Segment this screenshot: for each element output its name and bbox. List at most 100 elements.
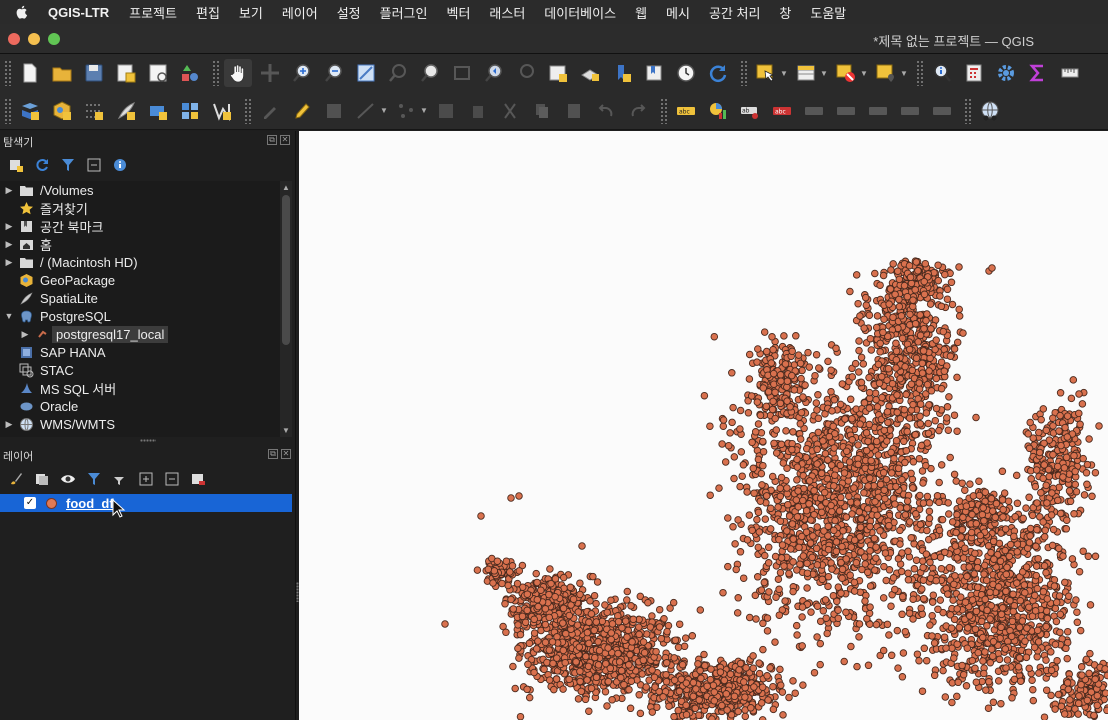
expand-all-button[interactable] xyxy=(136,469,156,489)
deselect-dropdown-arrow[interactable]: ▼ xyxy=(860,69,868,78)
redo-button[interactable] xyxy=(624,97,652,125)
close-panel-button[interactable]: ✕ xyxy=(281,449,291,459)
pin-labels-button[interactable]: ab xyxy=(736,97,764,125)
tree-item-macintosh-hd[interactable]: ▶ / (Macintosh HD) xyxy=(0,253,280,271)
menu-database[interactable]: 데이터베이스 xyxy=(544,3,616,22)
tree-item-volumes[interactable]: ▶/Volumes xyxy=(0,181,280,199)
delete-selected-button[interactable] xyxy=(464,97,492,125)
tree-item-oracle[interactable]: Oracle xyxy=(0,397,280,415)
move-label-button[interactable] xyxy=(800,97,828,125)
scroll-down-arrow-icon[interactable]: ▼ xyxy=(282,426,290,435)
close-window-button[interactable] xyxy=(8,33,20,45)
digitize-line-button[interactable] xyxy=(352,97,380,125)
menu-plugins[interactable]: 플러그인 xyxy=(380,3,428,22)
deselect-features-button[interactable] xyxy=(832,59,860,87)
tree-item-sap-hana[interactable]: SAP HANA xyxy=(0,343,280,361)
zoom-last-button[interactable] xyxy=(480,59,508,87)
diagram-options-button[interactable] xyxy=(704,97,732,125)
expand-arrow-icon[interactable]: ▶ xyxy=(16,329,34,340)
toolbar-grip[interactable] xyxy=(740,60,748,86)
zoom-native-button[interactable] xyxy=(448,59,476,87)
browser-tree[interactable]: ▶/Volumes 즐겨찾기 ▶ 공간 북마크 ▶ 홈 ▶ / (Macintosh … xyxy=(0,181,280,437)
toolbar-grip[interactable] xyxy=(4,97,12,124)
add-vector-tile-layer-button[interactable] xyxy=(208,97,236,125)
zoom-window-button[interactable] xyxy=(48,33,60,45)
menu-processing[interactable]: 공간 처리 xyxy=(709,3,760,22)
refresh-browser-button[interactable] xyxy=(32,155,52,175)
zoom-to-selection-button[interactable] xyxy=(384,59,412,87)
remove-layer-button[interactable] xyxy=(188,469,208,489)
apple-logo-icon[interactable] xyxy=(14,4,30,20)
filter-browser-button[interactable] xyxy=(58,155,78,175)
expand-arrow-icon[interactable]: ▶ xyxy=(0,185,18,196)
toolbar-grip[interactable] xyxy=(244,97,252,124)
location-dropdown-arrow[interactable]: ▼ xyxy=(900,69,908,78)
map-canvas[interactable] xyxy=(299,131,1108,720)
menu-settings[interactable]: 설정 xyxy=(337,3,361,22)
new-temporary-scratch-layer-button[interactable] xyxy=(80,97,108,125)
highlight-pinned-labels-button[interactable]: abc xyxy=(768,97,796,125)
vertex-dropdown-arrow[interactable]: ▼ xyxy=(420,106,428,115)
zoom-full-button[interactable] xyxy=(352,59,380,87)
tree-item-spatial-bookmarks[interactable]: ▶ 공간 북마크 xyxy=(0,217,280,235)
open-project-button[interactable] xyxy=(48,59,76,87)
temporal-controller-button[interactable] xyxy=(672,59,700,87)
plugin-globe-button[interactable] xyxy=(976,97,1004,125)
float-panel-button[interactable]: ⧉ xyxy=(268,449,278,459)
add-wms-layer-button[interactable] xyxy=(176,97,204,125)
attribute-dropdown-arrow[interactable]: ▼ xyxy=(820,69,828,78)
open-layer-styling-button[interactable] xyxy=(6,469,26,489)
collapse-all-layers-button[interactable] xyxy=(162,469,182,489)
change-label-button[interactable] xyxy=(864,97,892,125)
zoom-out-button[interactable] xyxy=(320,59,348,87)
new-3d-view-button[interactable] xyxy=(576,59,604,87)
toolbar-grip[interactable] xyxy=(4,60,12,86)
save-project-button[interactable] xyxy=(80,59,108,87)
tree-item-mssql[interactable]: MS SQL 서버 xyxy=(0,379,280,397)
tree-item-wms-wmts[interactable]: ▶ WMS/WMTS xyxy=(0,415,280,433)
menu-layer[interactable]: 레이어 xyxy=(282,3,318,22)
tree-item-favorites[interactable]: 즐겨찾기 xyxy=(0,199,280,217)
panel-splitter[interactable] xyxy=(0,437,296,445)
vertex-tool-button[interactable] xyxy=(392,97,420,125)
menu-help[interactable]: 도움말 xyxy=(810,3,846,22)
open-attribute-table-button[interactable] xyxy=(792,59,820,87)
paste-features-button[interactable] xyxy=(560,97,588,125)
menu-window[interactable]: 창 xyxy=(779,3,791,22)
menu-mesh[interactable]: 메시 xyxy=(666,3,690,22)
close-panel-button[interactable]: ✕ xyxy=(280,135,290,145)
menu-vector[interactable]: 벡터 xyxy=(446,3,470,22)
manage-visibility-button[interactable] xyxy=(58,469,78,489)
select-dropdown-arrow[interactable]: ▼ xyxy=(780,69,788,78)
scroll-up-arrow-icon[interactable]: ▲ xyxy=(282,183,290,192)
layer-visibility-checkbox[interactable]: ✓ xyxy=(24,497,36,509)
identify-features-button[interactable] xyxy=(928,59,956,87)
pan-map-button[interactable] xyxy=(224,59,252,87)
toolbar-grip[interactable] xyxy=(212,60,220,86)
expand-arrow-icon[interactable]: ▶ xyxy=(0,257,18,268)
rotate-label-button[interactable] xyxy=(832,97,860,125)
field-calculator-button[interactable] xyxy=(960,59,988,87)
tree-item-stac[interactable]: STAC xyxy=(0,361,280,379)
add-selected-layers-button[interactable] xyxy=(6,155,26,175)
tree-item-home[interactable]: ▶ 홈 xyxy=(0,235,280,253)
filter-legend-button[interactable] xyxy=(84,469,104,489)
menu-view[interactable]: 보기 xyxy=(239,3,263,22)
tree-item-postgresql[interactable]: ▼ PostgreSQL xyxy=(0,307,280,325)
toolbar-grip[interactable] xyxy=(916,60,924,86)
filter-by-expression-button[interactable] xyxy=(110,469,130,489)
menu-project[interactable]: 프로젝트 xyxy=(129,3,177,22)
new-spatialite-layer-button[interactable] xyxy=(112,97,140,125)
collapse-all-button[interactable] xyxy=(84,155,104,175)
collapse-arrow-icon[interactable]: ▼ xyxy=(0,311,18,321)
add-group-button[interactable] xyxy=(32,469,52,489)
cut-features-button[interactable] xyxy=(496,97,524,125)
copy-features-button[interactable] xyxy=(528,97,556,125)
minimize-window-button[interactable] xyxy=(28,33,40,45)
tree-item-geopackage[interactable]: GeoPackage xyxy=(0,271,280,289)
tree-item-spatialite[interactable]: SpatiaLite xyxy=(0,289,280,307)
current-edits-button[interactable] xyxy=(256,97,284,125)
toggle-editing-button[interactable] xyxy=(288,97,316,125)
menu-web[interactable]: 웹 xyxy=(635,3,647,22)
pan-to-selection-button[interactable] xyxy=(256,59,284,87)
